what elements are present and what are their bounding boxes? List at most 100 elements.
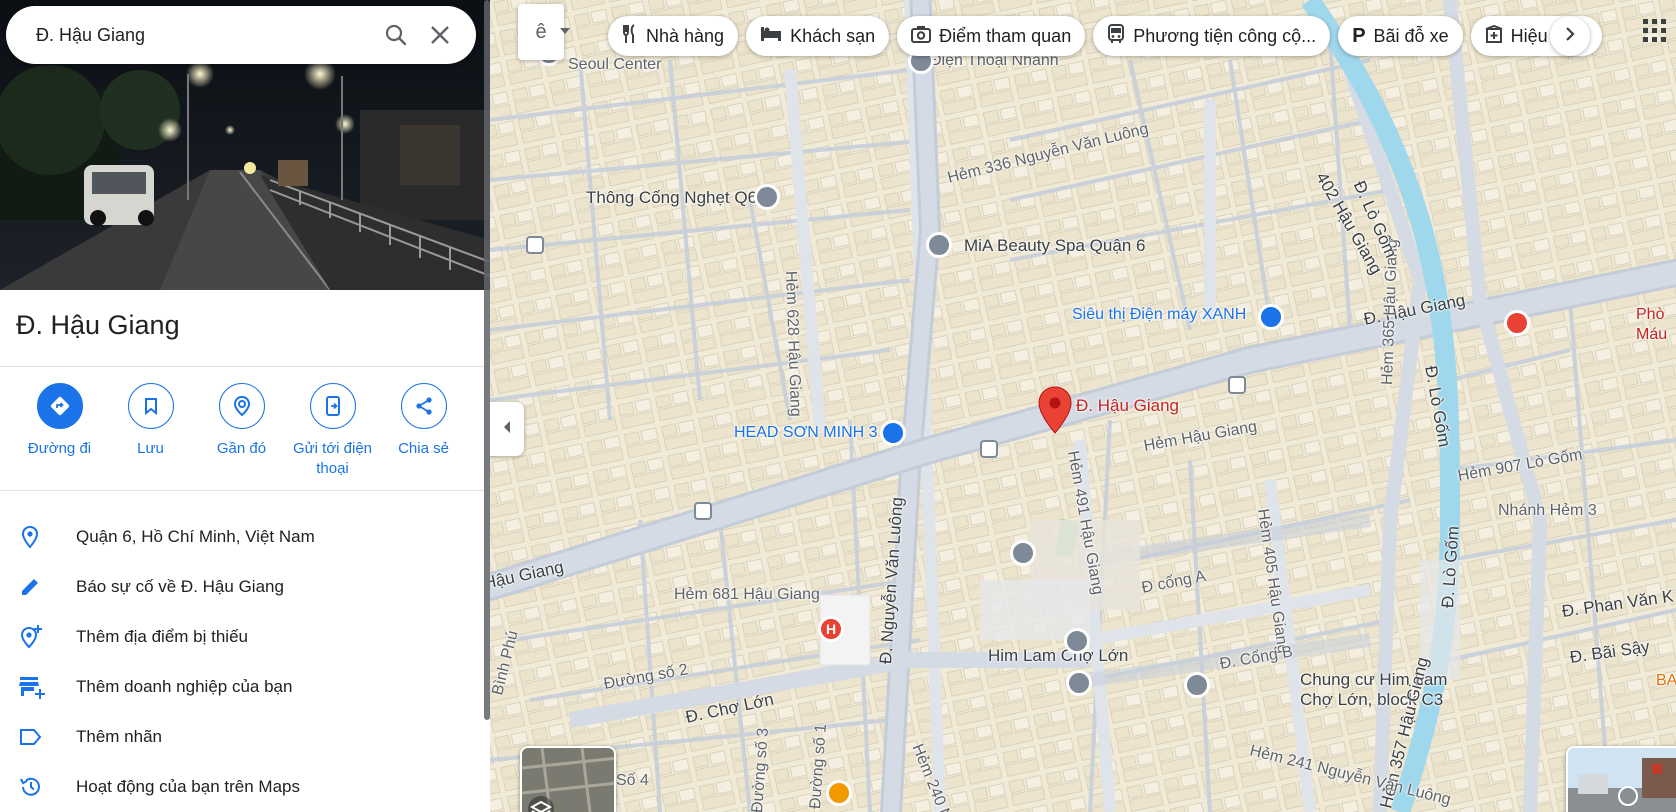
- poi-marker-icon[interactable]: [926, 232, 952, 258]
- chevron-left-icon: [503, 420, 511, 438]
- poi-marker-icon[interactable]: [1066, 670, 1092, 696]
- directions-button[interactable]: Đường đi: [14, 383, 105, 479]
- poi-marker-icon[interactable]: [1064, 628, 1090, 654]
- nearby-label: Gần đó: [216, 440, 267, 457]
- divider: [0, 366, 490, 367]
- map-label-thong-cong[interactable]: Thông Cống Nghẹt Q6: [586, 188, 757, 208]
- map-label-sieu-thi[interactable]: Siêu thị Điện máy XANH: [1072, 306, 1246, 324]
- map-label-nhanh-hem: Nhánh Hẻm 3: [1498, 502, 1597, 519]
- send-to-phone-label: Gửi tới điện thoại: [292, 440, 373, 477]
- collapse-panel-button[interactable]: [490, 402, 524, 456]
- search-box[interactable]: Đ. Hậu Giang: [6, 6, 476, 64]
- chip-restaurants[interactable]: Nhà hàng: [608, 16, 739, 56]
- address-text: Quận 6, Hồ Chí Minh, Việt Nam: [76, 527, 315, 546]
- dropdown-arrow-icon[interactable]: [556, 14, 574, 48]
- parking-icon: P: [1352, 24, 1366, 47]
- chevron-right-icon: [1565, 26, 1575, 47]
- add-business-row[interactable]: Thêm doanh nghiệp của bạn: [0, 662, 490, 712]
- page-title: Đ. Hậu Giang: [16, 310, 180, 340]
- map-label-ba[interactable]: BA: [1656, 672, 1676, 690]
- selected-location-pin-icon[interactable]: [1038, 386, 1072, 434]
- label-icon: [0, 726, 76, 748]
- category-chips: Nhà hàng Khách sạn Điểm tham quan Phương…: [608, 16, 1602, 56]
- restaurant-icon: [622, 23, 638, 49]
- street-view-thumbnail[interactable]: [1566, 746, 1676, 812]
- map-label-mau[interactable]: Máu: [1636, 326, 1667, 344]
- map-label-mia-spa[interactable]: MiA Beauty Spa Quận 6: [964, 236, 1145, 256]
- chip-label: Hiệu: [1510, 25, 1548, 46]
- camera-icon: [911, 25, 932, 48]
- hotel-icon: [760, 26, 782, 47]
- place-panel: Đ. Hậu Giang Đ. Hậu Giang Đường đi Lưu G…: [0, 0, 490, 812]
- chip-label: Bãi đỗ xe: [1373, 25, 1449, 46]
- report-issue-text: Báo sự cố về Đ. Hậu Giang: [76, 577, 284, 596]
- nearby-button[interactable]: Gần đó: [196, 383, 287, 479]
- bookmark-icon: [127, 383, 174, 429]
- map-label-him-lam[interactable]: Him Lam Chợ Lớn: [988, 646, 1128, 666]
- add-missing-place-row[interactable]: Thêm địa điểm bị thiếu: [0, 612, 490, 662]
- add-business-text: Thêm doanh nghiệp của bạn: [76, 677, 293, 696]
- restaurant-icon[interactable]: [826, 780, 852, 806]
- search-icon[interactable]: [374, 13, 418, 57]
- address-row[interactable]: Quận 6, Hồ Chí Minh, Việt Nam: [0, 512, 490, 562]
- school-icon[interactable]: [1010, 540, 1036, 566]
- bus-stop-icon[interactable]: [526, 236, 544, 254]
- hospital-icon[interactable]: [1504, 310, 1530, 336]
- divider: [0, 490, 490, 491]
- directions-icon: [36, 383, 83, 429]
- chip-label: Điểm tham quan: [939, 25, 1072, 46]
- add-place-icon: [0, 624, 76, 650]
- chips-next-button[interactable]: [1550, 16, 1590, 56]
- history-icon: [0, 775, 76, 799]
- chip-label: Nhà hàng: [646, 25, 725, 46]
- share-label: Chia sẻ: [398, 440, 449, 457]
- map-label-hem-681: Hẻm 681 Hậu Giang: [674, 586, 820, 603]
- share-button[interactable]: Chia sẻ: [378, 383, 469, 479]
- edit-pencil-icon: [0, 575, 76, 599]
- transit-icon: [1107, 23, 1125, 49]
- layer-toggle-icon: ê: [535, 20, 547, 43]
- add-business-icon: [0, 674, 76, 700]
- maps-activity-text: Hoạt động của bạn trên Maps: [76, 777, 300, 796]
- location-pin-icon: [0, 525, 76, 549]
- shopping-bag-icon[interactable]: [1258, 304, 1284, 330]
- add-missing-place-text: Thêm địa điểm bị thiếu: [76, 627, 248, 646]
- hospital-h-icon[interactable]: H: [818, 616, 844, 642]
- save-button[interactable]: Lưu: [105, 383, 196, 479]
- map-label-seoul-center[interactable]: Seoul Center: [568, 56, 661, 74]
- bus-stop-icon[interactable]: [980, 440, 998, 458]
- poi-marker-icon[interactable]: [754, 184, 780, 210]
- chip-hotels[interactable]: Khách sạn: [746, 16, 890, 56]
- apps-grid-icon[interactable]: [1642, 18, 1668, 44]
- chip-parking[interactable]: P Bãi đỗ xe: [1338, 16, 1463, 56]
- save-label: Lưu: [137, 440, 164, 457]
- nearby-icon: [218, 383, 265, 429]
- share-icon: [400, 383, 447, 429]
- map-label-pho[interactable]: Phò: [1636, 306, 1664, 324]
- chip-transit[interactable]: Phương tiện công cộ...: [1093, 16, 1331, 56]
- layers-thumbnail: [522, 748, 614, 812]
- directions-label: Đường đi: [27, 440, 92, 457]
- chip-attractions[interactable]: Điểm tham quan: [897, 16, 1086, 56]
- chip-label: Phương tiện công cộ...: [1133, 25, 1317, 46]
- map-canvas[interactable]: Seoul Center Điện Thoại Nhanh Thông Cống…: [490, 0, 1676, 812]
- report-issue-row[interactable]: Báo sự cố về Đ. Hậu Giang: [0, 562, 490, 612]
- bus-stop-icon[interactable]: [1228, 376, 1246, 394]
- poi-marker-icon[interactable]: [1184, 672, 1210, 698]
- close-icon[interactable]: [418, 13, 462, 57]
- layers-button[interactable]: [520, 746, 616, 812]
- send-to-phone-icon: [309, 383, 356, 429]
- send-to-phone-button[interactable]: Gửi tới điện thoại: [287, 383, 378, 479]
- map-label-head-son-minh[interactable]: HEAD SƠN MINH 3: [734, 424, 878, 442]
- bus-stop-icon[interactable]: [694, 502, 712, 520]
- shopping-bag-icon[interactable]: [880, 420, 906, 446]
- add-label-text: Thêm nhãn: [76, 727, 162, 746]
- add-label-row[interactable]: Thêm nhãn: [0, 712, 490, 762]
- chip-label: Khách sạn: [790, 25, 876, 46]
- info-list: Quận 6, Hồ Chí Minh, Việt Nam Báo sự cố …: [0, 512, 490, 812]
- pharmacy-icon: [1485, 24, 1503, 48]
- search-input[interactable]: Đ. Hậu Giang: [36, 25, 374, 46]
- map-label-so-4: Số 4: [616, 772, 649, 789]
- map-label-selected-place[interactable]: Đ. Hậu Giang: [1076, 396, 1179, 416]
- maps-activity-row[interactable]: Hoạt động của bạn trên Maps: [0, 762, 490, 812]
